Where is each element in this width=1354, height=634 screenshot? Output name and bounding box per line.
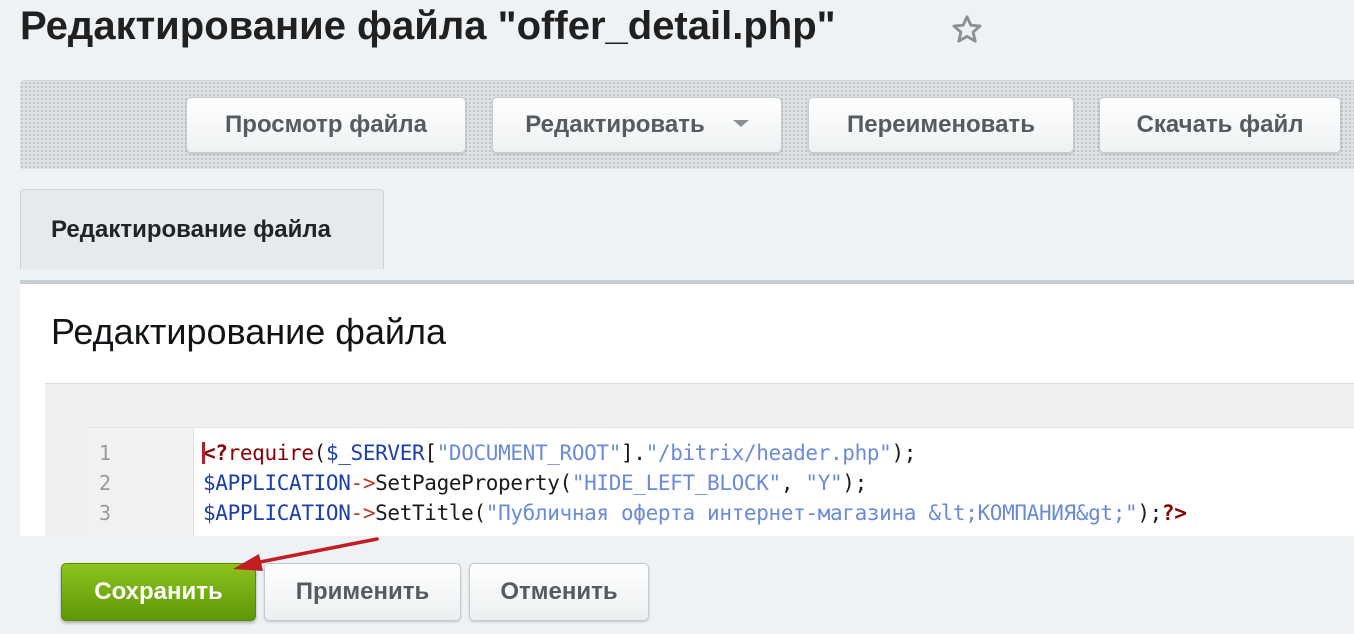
caret-down-icon: [732, 120, 749, 128]
tab-edit-file-label: Редактирование файла: [51, 216, 331, 243]
action-toolbar: Просмотр файла Редактировать Переименова…: [20, 80, 1354, 170]
code-token-var: $APPLICATION: [203, 501, 351, 525]
code-token-op: ->: [350, 471, 376, 495]
view-file-button[interactable]: Просмотр файла: [186, 97, 466, 153]
cancel-label: Отменить: [500, 578, 618, 605]
line-number-gutter: 1 2 3: [87, 428, 194, 538]
code-token-pl: (: [559, 471, 573, 495]
line-number: 3: [99, 501, 112, 525]
star-icon[interactable]: [950, 13, 984, 47]
annotation-arrow: [233, 537, 379, 571]
code-token-pl: (: [313, 441, 327, 465]
code-token-pl: );: [1137, 501, 1162, 525]
download-file-button[interactable]: Скачать файл: [1099, 97, 1341, 153]
code-token-var: $APPLICATION: [203, 471, 351, 495]
text-cursor: [202, 442, 205, 464]
edit-panel: Редактирование файла 1 2 3 <?require($_S…: [20, 284, 1354, 538]
code-editor[interactable]: 1 2 3 <?require($_SERVER["DOCUMENT_ROOT"…: [87, 427, 1354, 538]
code-token-pl: [: [424, 441, 437, 465]
code-token-str: "/bitrix/header.php": [645, 441, 892, 465]
edit-dropdown-button[interactable]: Редактировать: [492, 97, 782, 153]
line-number: 2: [99, 471, 112, 495]
cancel-button[interactable]: Отменить: [469, 563, 649, 621]
edit-label: Редактировать: [525, 111, 705, 138]
code-token-pl: SetPageProperty: [375, 471, 560, 495]
section-heading: Редактирование файла: [51, 311, 447, 352]
code-token-tag: <?: [203, 441, 228, 465]
code-token-pl: ].: [621, 441, 646, 465]
code-token-pl: ,: [780, 471, 806, 495]
code-token-str: "Y": [805, 471, 843, 495]
code-line[interactable]: $APPLICATION->SetPageProperty("HIDE_LEFT…: [203, 468, 867, 498]
code-token-str: "Публичная оферта интернет-магазина &lt;…: [485, 501, 1138, 525]
code-token-op: ->: [350, 501, 376, 525]
rename-button[interactable]: Переименовать: [808, 97, 1074, 153]
code-editor-frame: 1 2 3 <?require($_SERVER["DOCUMENT_ROOT"…: [45, 383, 1354, 538]
code-token-str: "HIDE_LEFT_BLOCK": [571, 471, 781, 495]
tab-strip: Редактирование файла: [20, 169, 1354, 281]
save-label: Сохранить: [94, 578, 223, 605]
code-token-str: "DOCUMENT_ROOT": [436, 441, 622, 465]
code-token-pl: (: [473, 501, 486, 525]
tab-edit-file[interactable]: Редактирование файла: [20, 189, 384, 269]
code-line[interactable]: $APPLICATION->SetTitle("Публичная оферта…: [203, 498, 1187, 528]
code-line[interactable]: <?require($_SERVER["DOCUMENT_ROOT"]."/bi…: [203, 438, 916, 468]
code-token-fn: require: [227, 441, 314, 465]
download-label: Скачать файл: [1136, 111, 1304, 138]
code-token-tag: ?>: [1161, 501, 1187, 525]
rename-label: Переименовать: [847, 111, 1035, 138]
code-token-pl: );: [891, 441, 917, 465]
page-title: Редактирование файла "offer_detail.php": [20, 4, 836, 48]
code-token-pl: );: [842, 471, 867, 495]
view-file-label: Просмотр файла: [225, 111, 427, 138]
code-token-var: $_SERVER: [325, 441, 425, 465]
code-token-pl: SetTitle: [375, 501, 474, 525]
apply-label: Применить: [295, 578, 430, 605]
form-footer: Сохранить Применить Отменить: [20, 536, 1354, 634]
line-number: 1: [99, 441, 112, 465]
